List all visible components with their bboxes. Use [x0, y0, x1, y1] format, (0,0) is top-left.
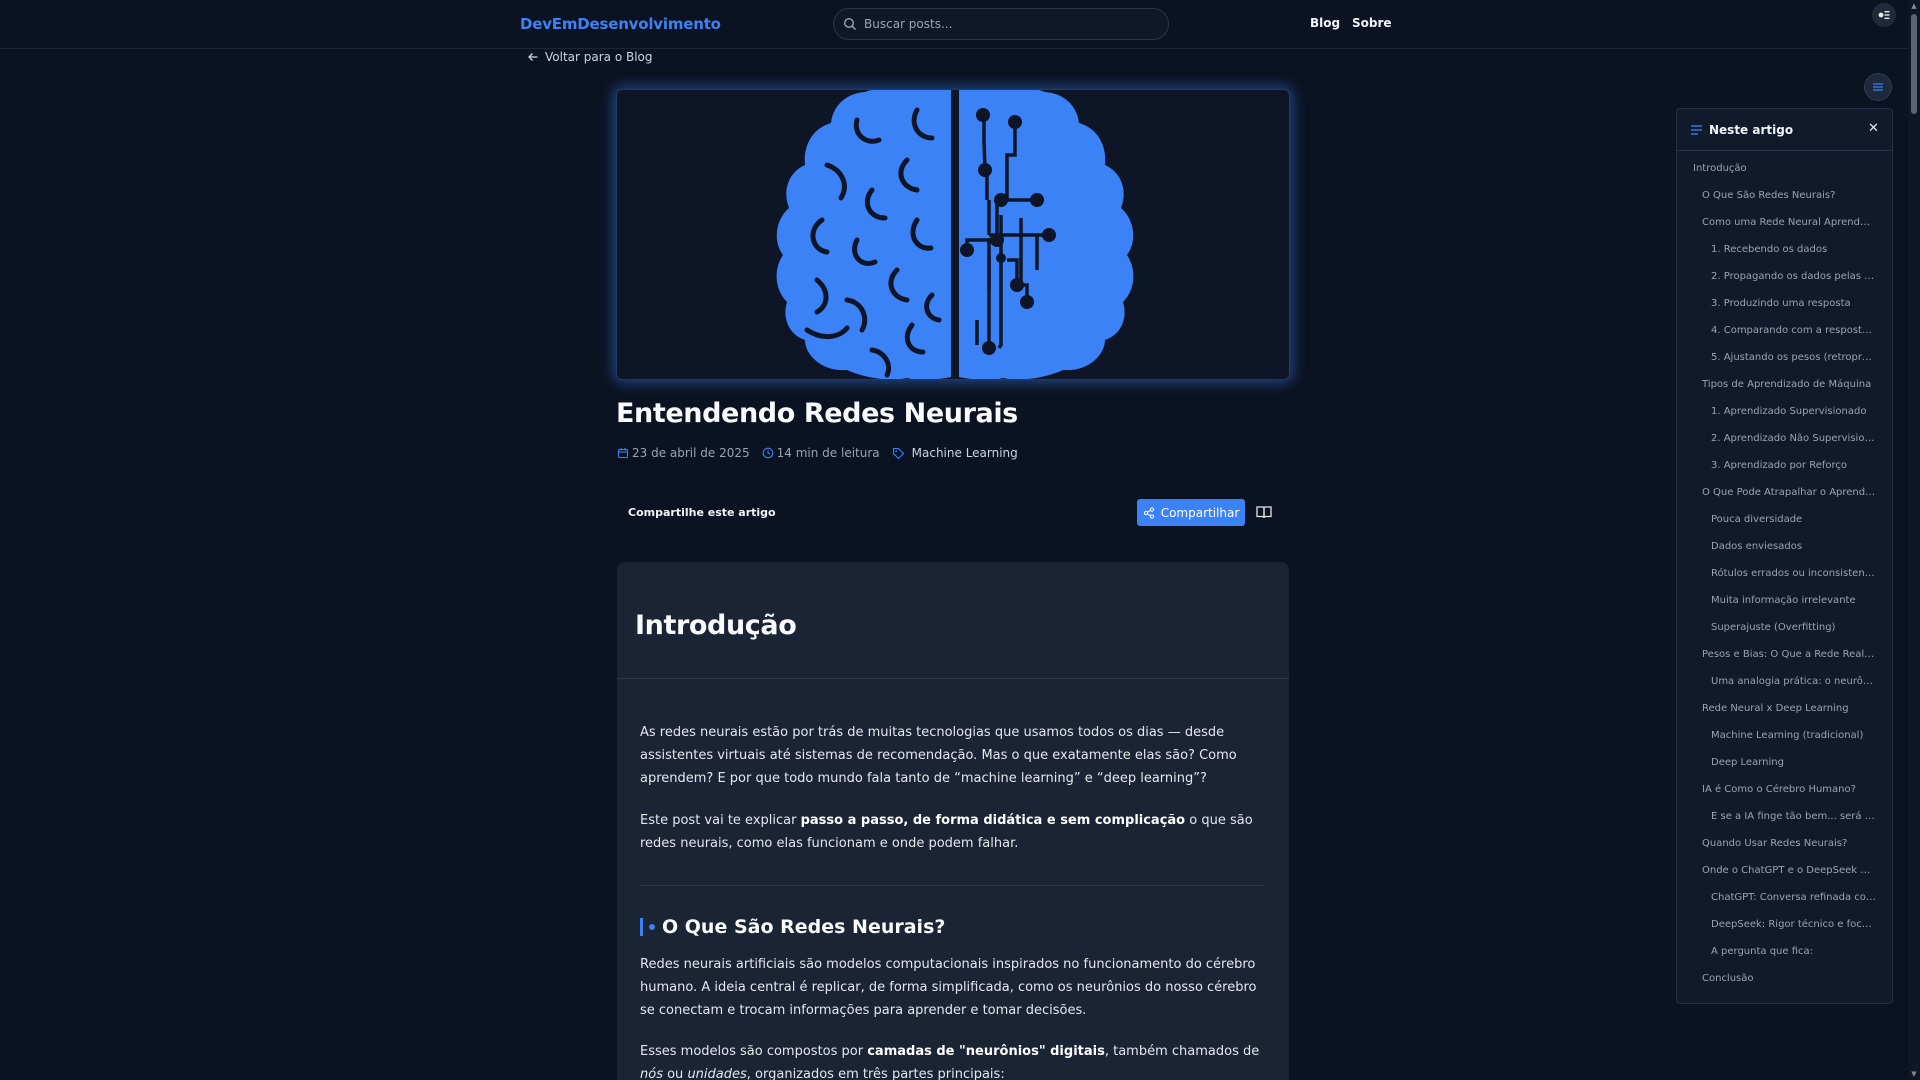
italic-text: unidades: [687, 1067, 747, 1080]
close-icon[interactable]: ✕: [1868, 121, 1879, 136]
list-icon: [1691, 125, 1702, 135]
toc-item[interactable]: Conclusão: [1677, 972, 1892, 999]
toc-item[interactable]: IA é Como o Cérebro Humano?: [1677, 783, 1892, 810]
toc-item[interactable]: Pouca diversidade: [1677, 513, 1892, 540]
article-hero-image: [616, 89, 1290, 380]
toc-item[interactable]: Tipos de Aprendizado de Máquina: [1677, 378, 1892, 405]
share-button[interactable]: Compartilhar: [1137, 499, 1245, 526]
nav-sobre[interactable]: Sobre: [1352, 16, 1392, 30]
theme-toggle-icon: [1878, 11, 1890, 19]
divider: [617, 678, 1289, 679]
brain-circuit-illustration: [776, 90, 1134, 379]
article-category-tag[interactable]: Machine Learning: [892, 446, 1018, 460]
share-icon: [1143, 506, 1154, 519]
tag-icon: [892, 447, 904, 459]
toc-item[interactable]: 5. Ajustando os pesos (retropropa...: [1677, 351, 1892, 378]
toc-item[interactable]: Como uma Rede Neural Aprende (P...: [1677, 216, 1892, 243]
toc-item[interactable]: Uma analogia prática: o neurônio ...: [1677, 675, 1892, 702]
toc-item[interactable]: 3. Produzindo uma resposta: [1677, 297, 1892, 324]
article-title: Entendendo Redes Neurais: [616, 398, 1018, 429]
section-heading-intro: Introdução: [635, 610, 797, 641]
article-date: 23 de abril de 2025: [617, 446, 750, 460]
toc-item[interactable]: Rede Neural x Deep Learning: [1677, 702, 1892, 729]
search-icon: [843, 17, 856, 30]
article-content-card: Introdução As redes neurais estão por tr…: [617, 562, 1289, 1080]
bold-text: passo a passo, de forma didática e sem c…: [800, 813, 1186, 828]
clock-icon: [762, 447, 773, 459]
calendar-icon: [617, 448, 629, 459]
paragraph-what-are-2: Esses modelos são compostos por camadas …: [640, 1040, 1265, 1080]
toc-item[interactable]: ChatGPT: Conversa refinada com...: [1677, 891, 1892, 918]
toc-item[interactable]: Pesos e Bias: O Que a Rede Realme...: [1677, 648, 1892, 675]
scroll-up-arrow[interactable]: ▲: [1910, 2, 1918, 10]
heading-accent-dot: [649, 924, 655, 930]
theme-toggle-button[interactable]: [1872, 3, 1896, 27]
brand-logo[interactable]: DevEmDesenvolvimento: [520, 15, 721, 33]
toc-item[interactable]: Rótulos errados ou inconsistentes: [1677, 567, 1892, 594]
toc-item[interactable]: Superajuste (Overfitting): [1677, 621, 1892, 648]
toc-item[interactable]: 2. Aprendizado Não Supervisiona...: [1677, 432, 1892, 459]
paragraph-intro-1: As redes neurais estão por trás de muita…: [640, 725, 1237, 786]
reading-mode-icon[interactable]: [1255, 503, 1273, 521]
text-span: , também chamados de: [1104, 1044, 1260, 1059]
toc-item[interactable]: Dados enviesados: [1677, 540, 1892, 567]
search-input[interactable]: [864, 9, 1154, 39]
article-read-time: 14 min de leitura: [762, 446, 880, 460]
heading-accent-bar: [640, 918, 643, 936]
arrow-left-icon: [528, 53, 538, 61]
back-link-label: Voltar para o Blog: [545, 50, 653, 64]
toc-item[interactable]: 4. Comparando com a resposta c...: [1677, 324, 1892, 351]
search-box[interactable]: [833, 8, 1169, 40]
toc-toggle-button[interactable]: [1864, 73, 1892, 101]
nav-blog[interactable]: Blog: [1310, 16, 1340, 30]
read-time-text: 14 min de leitura: [776, 446, 880, 460]
toc-item[interactable]: E se a IA finge tão bem... será que...: [1677, 810, 1892, 837]
toc-item[interactable]: DeepSeek: Rigor técnico e foco a...: [1677, 918, 1892, 945]
text-span: Este post vai te explicar: [640, 813, 801, 828]
category-text: Machine Learning: [911, 446, 1018, 460]
bold-text: camadas de "neurônios" digitais: [867, 1044, 1105, 1059]
article-meta: 23 de abril de 2025 14 min de leitura Ma…: [617, 446, 1030, 460]
list-icon: [1873, 83, 1883, 91]
text-span: ou: [662, 1067, 688, 1080]
toc-item[interactable]: Introdução: [1677, 162, 1892, 189]
paragraph-intro-2: Este post vai te explicar passo a passo,…: [640, 809, 1265, 855]
share-button-label: Compartilhar: [1160, 505, 1240, 520]
italic-text: nós: [640, 1067, 663, 1080]
text-span: Esses modelos são compostos por: [640, 1044, 868, 1059]
back-to-blog-link[interactable]: Voltar para o Blog: [527, 50, 653, 64]
share-label: Compartilhe este artigo: [628, 506, 776, 519]
toc-item[interactable]: O Que São Redes Neurais?: [1677, 189, 1892, 216]
toc-item[interactable]: 3. Aprendizado por Reforço: [1677, 459, 1892, 486]
divider: [640, 885, 1265, 886]
table-of-contents-panel: Neste artigo ✕ Introdução O Que São Redes…: [1676, 108, 1893, 1004]
toc-item[interactable]: Muita informação irrelevante: [1677, 594, 1892, 621]
scrollbar-thumb[interactable]: [1911, 14, 1917, 114]
toc-item[interactable]: 1. Recebendo os dados: [1677, 243, 1892, 270]
section-heading-what-are: O Que São Redes Neurais?: [640, 916, 945, 938]
toc-item[interactable]: 2. Propagando os dados pelas ca...: [1677, 270, 1892, 297]
toc-item[interactable]: Machine Learning (tradicional): [1677, 729, 1892, 756]
page-scrollbar[interactable]: ▲ ▼: [1908, 0, 1920, 1080]
scroll-down-arrow[interactable]: ▼: [1910, 1070, 1918, 1078]
toc-item[interactable]: Deep Learning: [1677, 756, 1892, 783]
toc-item[interactable]: O Que Pode Atrapalhar o Aprendiz...: [1677, 486, 1892, 513]
toc-title: Neste artigo: [1709, 123, 1794, 137]
paragraph-what-are-1: Redes neurais artificiais são modelos co…: [640, 957, 1257, 1018]
toc-item[interactable]: A pergunta que fica:: [1677, 945, 1892, 972]
toc-item[interactable]: 1. Aprendizado Supervisionado: [1677, 405, 1892, 432]
toc-header: Neste artigo ✕: [1677, 109, 1892, 151]
top-header: DevEmDesenvolvimento Blog Sobre: [0, 0, 1908, 49]
toc-item[interactable]: Onde o ChatGPT e o DeepSeek Ent...: [1677, 864, 1892, 891]
text-span: , organizados em três partes principais:: [746, 1067, 1005, 1080]
toc-list: Introdução O Que São Redes Neurais? Como u…: [1677, 162, 1892, 999]
article-date-text: 23 de abril de 2025: [632, 446, 750, 460]
heading-text: O Que São Redes Neurais?: [662, 916, 946, 938]
toc-item[interactable]: Quando Usar Redes Neurais?: [1677, 837, 1892, 864]
